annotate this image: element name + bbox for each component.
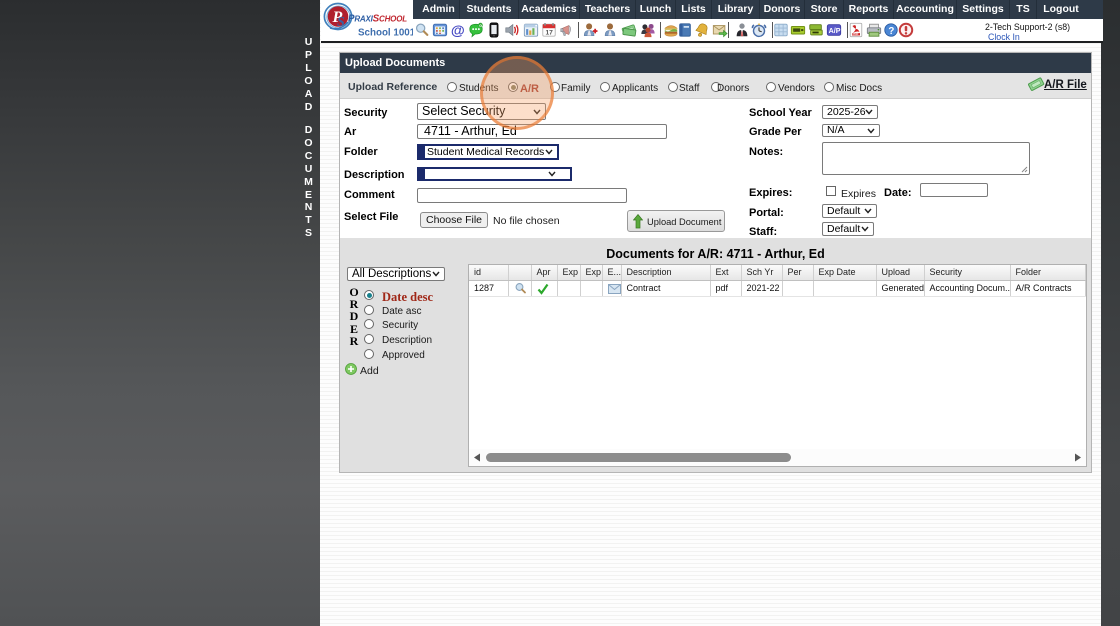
- svg-text:?: ?: [888, 26, 894, 37]
- svg-text:PDF: PDF: [852, 32, 858, 36]
- svg-text:PRAXISCHOOL: PRAXISCHOOL: [348, 14, 407, 25]
- svg-text:@: @: [451, 23, 465, 38]
- svg-text:School 1001: School 1001: [358, 28, 416, 39]
- svg-text:o: o: [479, 23, 482, 28]
- svg-text:17: 17: [545, 29, 553, 36]
- svg-text:A/P: A/P: [829, 27, 841, 35]
- svg-text:S: S: [337, 15, 345, 30]
